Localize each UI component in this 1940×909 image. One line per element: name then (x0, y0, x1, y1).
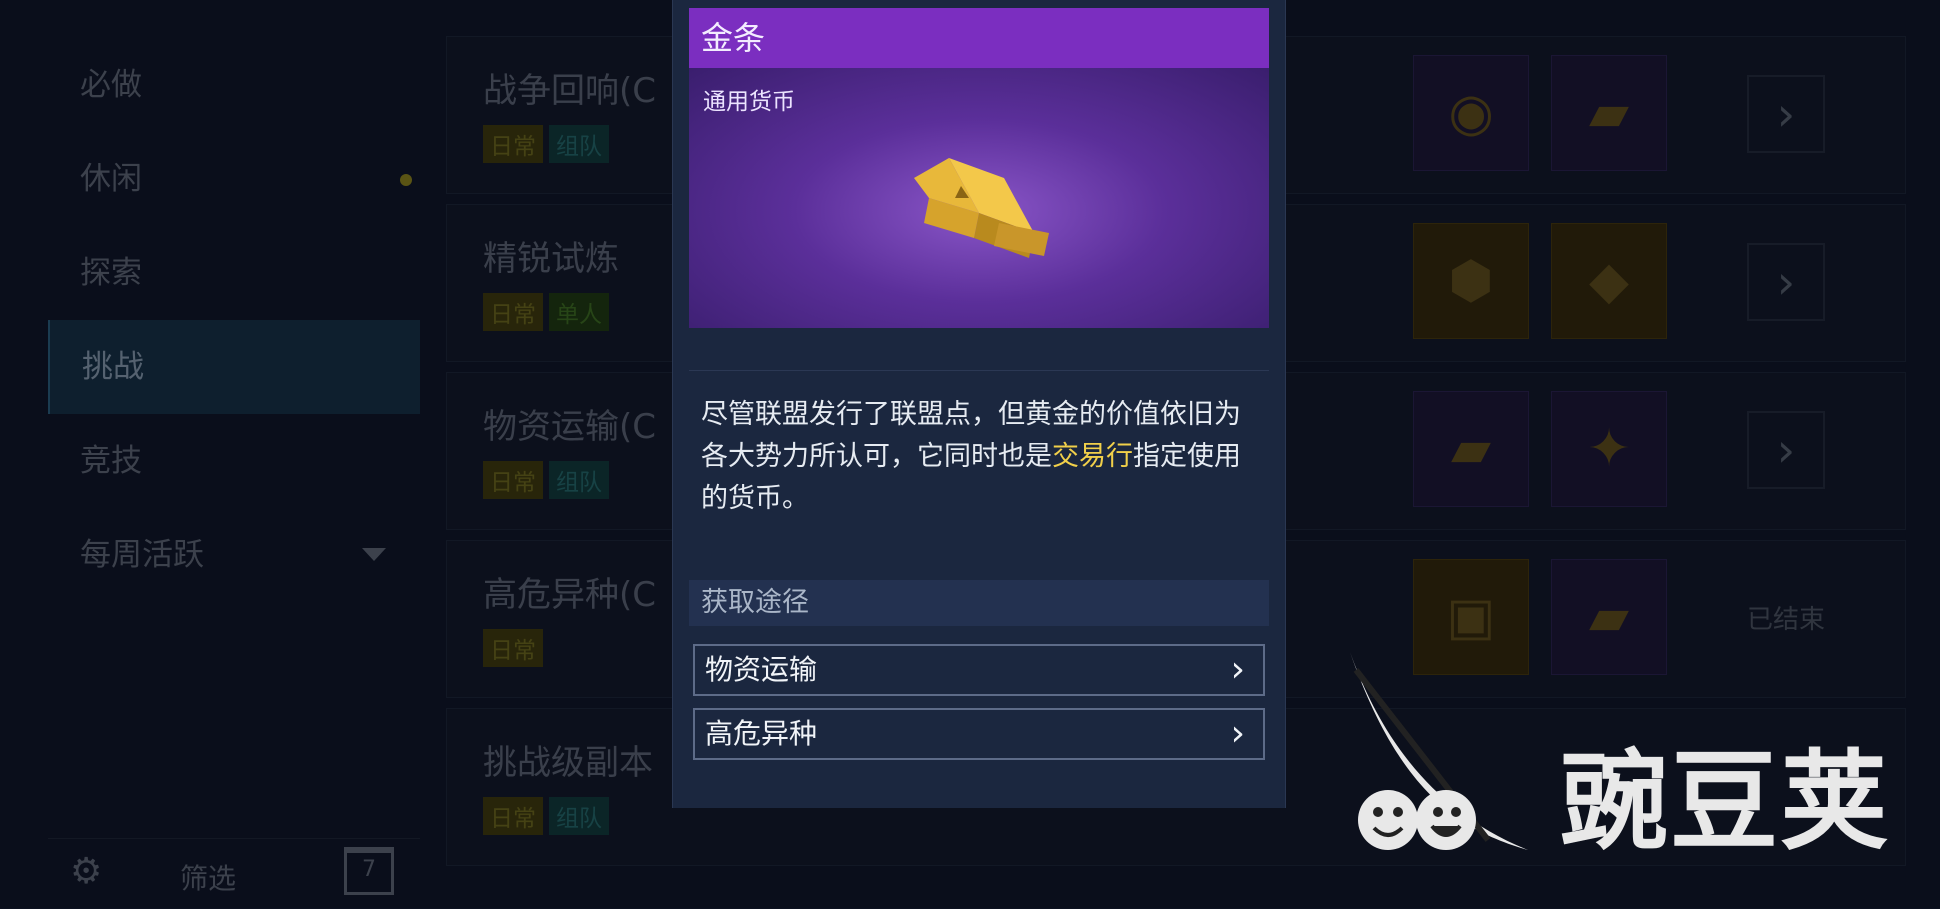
source-label: 物资运输 (705, 653, 818, 686)
divider (689, 370, 1269, 371)
chevron-right-icon: › (1230, 649, 1245, 690)
item-title: 金条 (689, 8, 1269, 68)
gold-bar-icon (914, 158, 1049, 258)
source-section-header: 获取途径 (689, 580, 1269, 626)
item-category: 通用货币 (703, 89, 795, 115)
trading-house-link[interactable]: 交易行 (1052, 441, 1133, 472)
item-description: 尽管联盟发行了联盟点，但黄金的价值依旧为各大势力所认可，它同时也是交易行指定使用… (701, 394, 1261, 520)
chevron-right-icon: › (1230, 713, 1245, 754)
item-banner: 通用货币 (689, 68, 1269, 328)
source-button-supply-transport[interactable]: 物资运输 › (693, 644, 1265, 696)
source-button-high-risk-species[interactable]: 高危异种 › (693, 708, 1265, 760)
watermark-text: 豌豆荚 (1560, 740, 1891, 865)
source-label: 高危异种 (705, 717, 818, 750)
item-detail-popup: 金条 通用货币 尽管联盟发行了联盟点，但黄金的价值依旧为各大势力所认可，它同时也… (672, 0, 1286, 808)
wandoujia-logo-icon (1350, 652, 1528, 850)
